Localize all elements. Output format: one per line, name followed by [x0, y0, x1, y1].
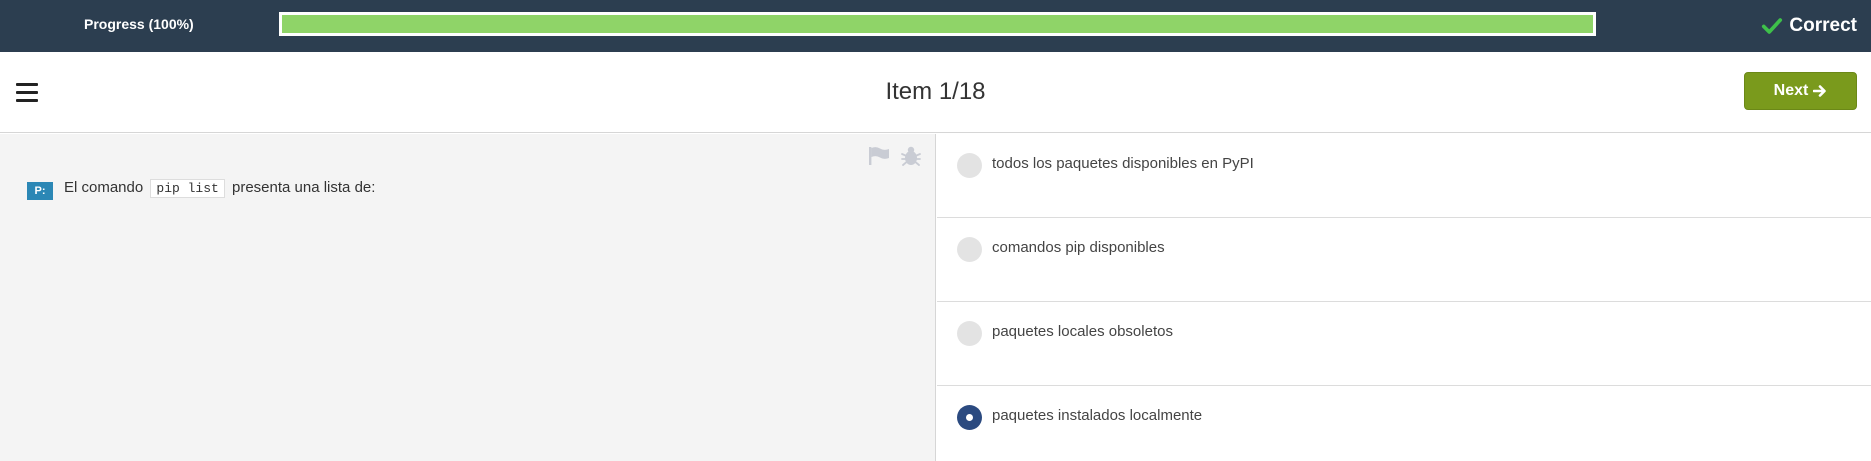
option-item[interactable]: todos los paquetes disponibles en PyPI: [937, 134, 1871, 218]
next-button[interactable]: Next: [1744, 72, 1857, 110]
option-label: comandos pip disponibles: [992, 239, 1165, 256]
bug-icon[interactable]: [901, 145, 921, 167]
question-text-before: El comando: [64, 179, 144, 196]
progress-label: Progress (100%): [84, 16, 194, 32]
question-badge: P:: [27, 182, 53, 200]
option-label: paquetes instalados localmente: [992, 407, 1203, 424]
option-item[interactable]: comandos pip disponibles: [937, 218, 1871, 302]
question-text-after: presenta una lista de:: [231, 179, 376, 196]
option-item[interactable]: paquetes instalados localmente: [937, 386, 1871, 461]
item-header: Item 1/18 Next: [0, 52, 1871, 133]
answer-options: todos los paquetes disponibles en PyPI c…: [937, 134, 1871, 461]
next-button-label: Next: [1773, 82, 1809, 99]
flag-icon[interactable]: [868, 146, 890, 166]
radio-button[interactable]: [957, 237, 982, 262]
status-text: Correct: [1789, 15, 1857, 36]
progress-fill: [282, 15, 1593, 33]
radio-button-selected[interactable]: [957, 405, 982, 430]
question-pane: P: El comando pip list presenta una list…: [0, 134, 936, 461]
radio-button[interactable]: [957, 153, 982, 178]
option-label: paquetes locales obsoletos: [992, 323, 1173, 340]
top-progress-bar: Progress (100%) Correct: [0, 0, 1871, 52]
status-indicator: Correct: [1761, 0, 1857, 52]
item-title: Item 1/18: [885, 78, 986, 105]
progress-track: [279, 12, 1596, 36]
radio-button[interactable]: [957, 321, 982, 346]
option-label: todos los paquetes disponibles en PyPI: [992, 155, 1254, 172]
question-text: El comando pip list presenta una lista d…: [64, 179, 375, 198]
option-item[interactable]: paquetes locales obsoletos: [937, 302, 1871, 386]
question-code: pip list: [150, 179, 225, 198]
arrow-right-icon: [1813, 85, 1827, 97]
check-icon: [1762, 18, 1783, 34]
